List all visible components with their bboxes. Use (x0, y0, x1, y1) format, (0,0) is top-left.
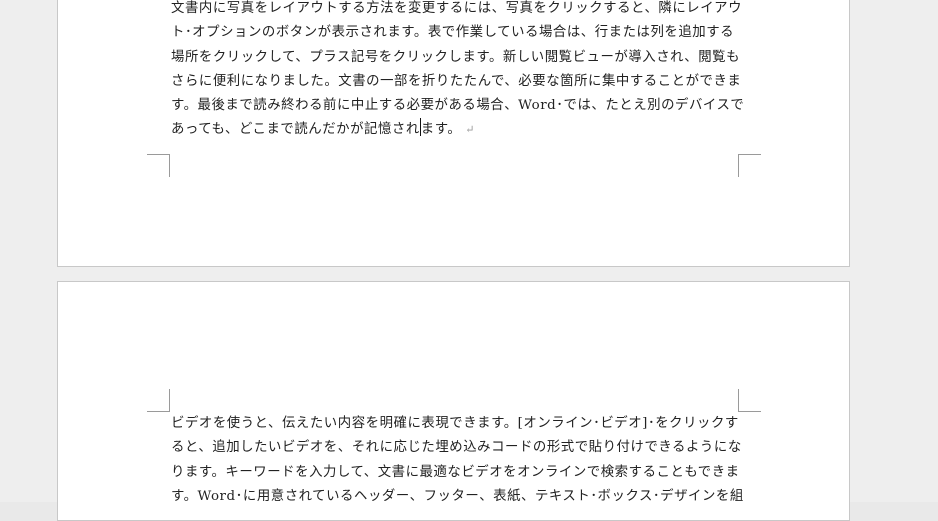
document-canvas[interactable]: 文書内に写真をレイアウトする方法を変更するには、写真をクリックすると、隣にレイア… (0, 0, 938, 521)
text-after-caret: ます。 (420, 122, 462, 138)
text-line: あっても、どこまで読んだかが記憶されます。 ↵ (171, 118, 738, 142)
text-line: さらに便利になりました。文書の一部を折りたたんで、必要な箇所に集中することができ… (171, 73, 742, 89)
body-paragraph[interactable]: ビデオを使うと、伝えたい内容を明確に表現できます。[オンライン･ビデオ]･をクリ… (171, 412, 744, 509)
margin-crop-mark-icon (738, 154, 761, 177)
text-line: ります。キーワードを入力して、文書に最適なビデオをオンラインで検索することもでき… (171, 464, 740, 480)
text-line: ると、追加したいビデオを、それに応じた埋め込みコードの形式で貼り付けできるように… (171, 440, 742, 456)
text-line: 場所をクリックして、プラス記号をクリックします。新しい閲覧ビューが導入され、閲覧… (171, 49, 741, 65)
document-page[interactable]: ビデオを使うと、伝えたい内容を明確に表現できます。[オンライン･ビデオ]･をクリ… (57, 281, 850, 521)
text-line: ビデオを使うと、伝えたい内容を明確に表現できます。[オンライン･ビデオ]･をクリ… (171, 416, 739, 431)
text-line: す。最後まで読み終わる前に中止する必要がある場合、Word･では、たとえ別のデバ… (171, 98, 745, 114)
document-page[interactable]: 文書内に写真をレイアウトする方法を変更するには、写真をクリックすると、隣にレイア… (57, 0, 850, 267)
body-paragraph[interactable]: 文書内に写真をレイアウトする方法を変更するには、写真をクリックすると、隣にレイア… (171, 0, 745, 143)
margin-crop-mark-icon (147, 389, 170, 412)
text-line: す。Word･に用意されているヘッダー、フッター、表紙、テキスト･ボックス･デザ… (171, 488, 744, 504)
text-line: ト･オプションのボタンが表示されます。表で作業している場合は、行または列を追加す… (171, 25, 735, 41)
text-before-caret: あっても、どこまで読んだかが記憶され (171, 122, 420, 138)
paragraph-mark-icon: ↵ (465, 123, 476, 137)
margin-crop-mark-icon (147, 154, 170, 177)
text-line: 文書内に写真をレイアウトする方法を変更するには、写真をクリックすると、隣にレイア… (171, 1, 743, 16)
margin-crop-mark-icon (738, 389, 761, 412)
